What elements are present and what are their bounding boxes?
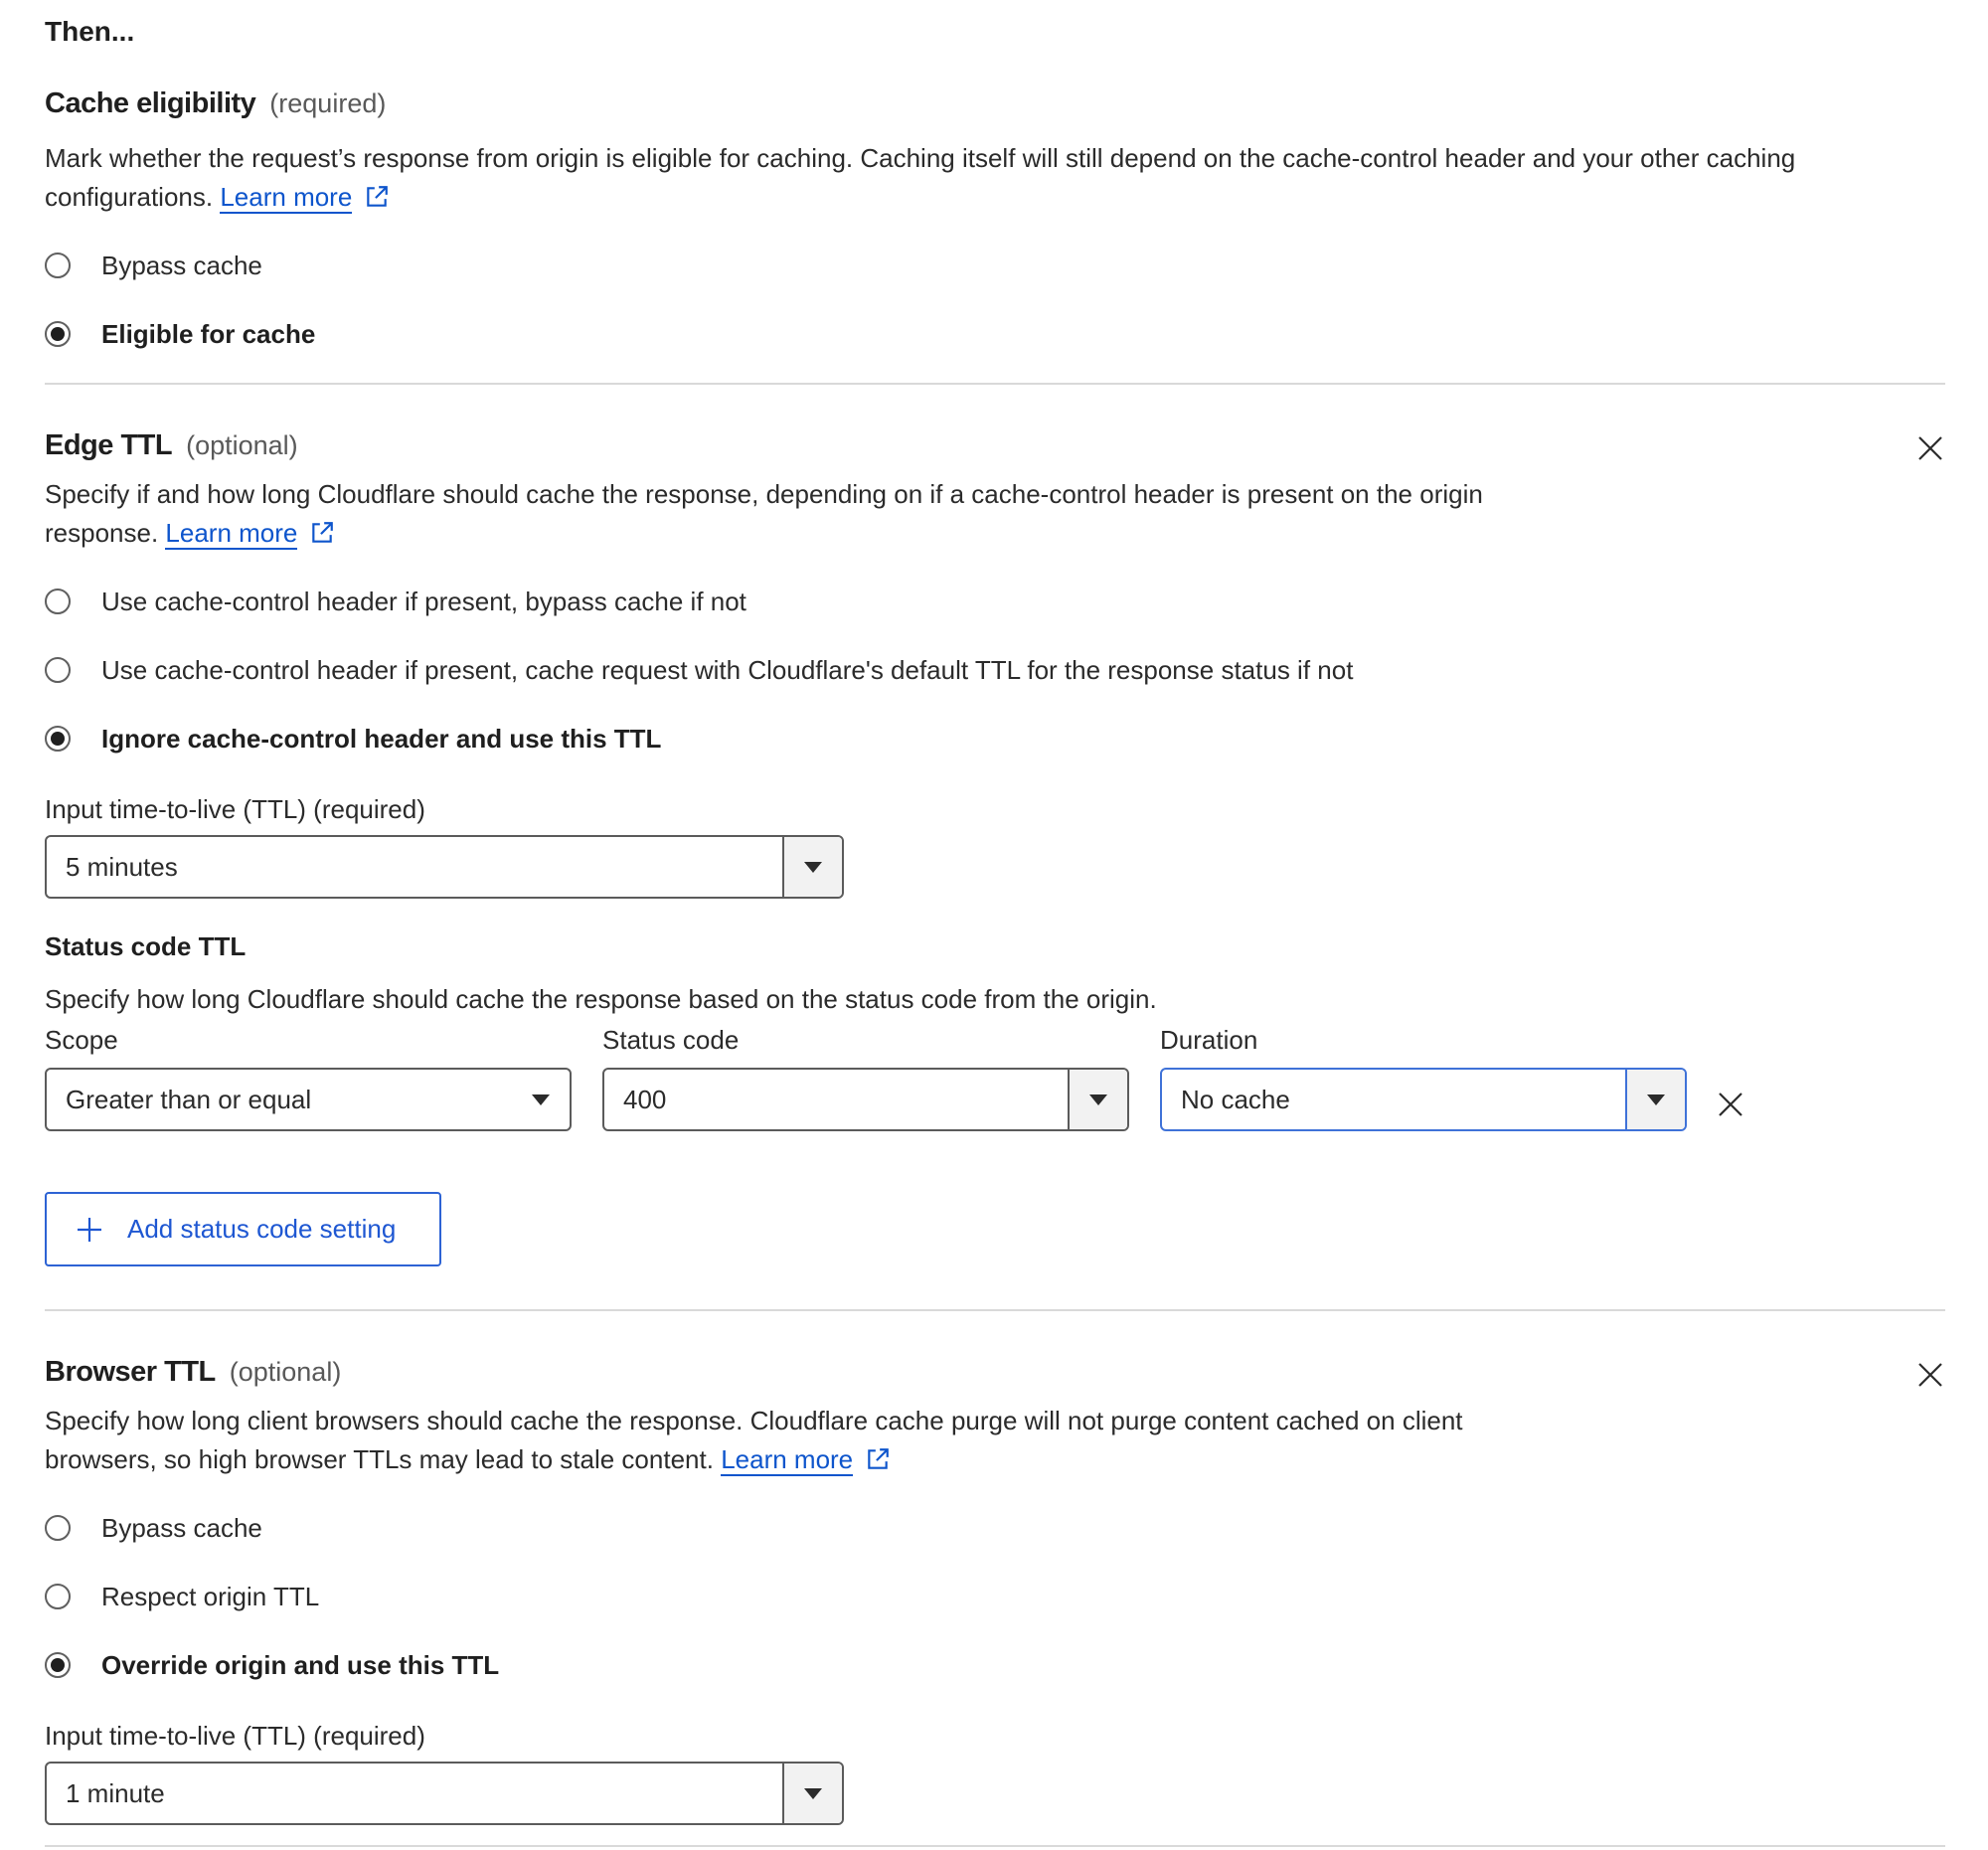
- edge-ttl-learn-more-link[interactable]: Learn more: [165, 518, 298, 550]
- cache-eligibility-title-text: Cache eligibility: [45, 87, 256, 119]
- section-divider: [45, 383, 1945, 385]
- radio-label: Use cache-control header if present, byp…: [101, 586, 746, 616]
- radio-button-selected[interactable]: [45, 1652, 71, 1678]
- radio-edge-bypass-if-not[interactable]: Use cache-control header if present, byp…: [45, 582, 746, 621]
- radio-button[interactable]: [45, 1515, 71, 1541]
- radio-eligible-for-cache[interactable]: Eligible for cache: [45, 314, 315, 354]
- radio-button-selected[interactable]: [45, 726, 71, 752]
- status-code-label: Status code: [602, 1025, 740, 1055]
- radio-bypass-cache[interactable]: Bypass cache: [45, 246, 262, 285]
- caret-down-icon[interactable]: [1068, 1070, 1127, 1129]
- edge-ttl-desc-text: response.: [45, 518, 159, 548]
- caret-down-icon[interactable]: [782, 1764, 842, 1823]
- edge-ttl-select-value: 5 minutes: [66, 851, 178, 882]
- radio-button[interactable]: [45, 1584, 71, 1609]
- add-status-code-setting-button[interactable]: Add status code setting: [45, 1192, 441, 1266]
- edge-ttl-input-label: Input time-to-live (TTL) (required): [45, 794, 425, 824]
- browser-ttl-description: Specify how long client browsers should …: [45, 1402, 1635, 1483]
- caret-down-icon[interactable]: [512, 1070, 570, 1129]
- status-code-select[interactable]: 400: [602, 1068, 1129, 1131]
- browser-ttl-select[interactable]: 1 minute: [45, 1762, 844, 1825]
- add-status-code-setting-label: Add status code setting: [127, 1214, 397, 1244]
- caret-down-icon[interactable]: [782, 837, 842, 897]
- external-link-icon[interactable]: [309, 518, 335, 557]
- browser-ttl-title-text: Browser TTL: [45, 1356, 216, 1388]
- external-link-icon[interactable]: [364, 182, 390, 221]
- cache-eligibility-desc-line1: Mark whether the request’s response from…: [45, 143, 1796, 173]
- browser-ttl-learn-more-link[interactable]: Learn more: [721, 1444, 854, 1476]
- browser-ttl-select-value: 1 minute: [66, 1777, 165, 1808]
- rule-then-form: Then... Cache eligibility (required) Mark…: [0, 0, 1988, 1850]
- duration-select[interactable]: No cache: [1160, 1068, 1687, 1131]
- radio-button[interactable]: [45, 589, 71, 614]
- edge-ttl-title-text: Edge TTL: [45, 429, 173, 461]
- edge-ttl-select[interactable]: 5 minutes: [45, 835, 844, 899]
- edge-ttl-desc-line1: Specify if and how long Cloudflare shoul…: [45, 479, 1483, 509]
- radio-button[interactable]: [45, 657, 71, 683]
- radio-label: Use cache-control header if present, cac…: [101, 654, 1354, 685]
- radio-browser-override-origin[interactable]: Override origin and use this TTL: [45, 1645, 499, 1685]
- radio-label: Override origin and use this TTL: [101, 1649, 500, 1680]
- radio-edge-default-ttl[interactable]: Use cache-control header if present, cac…: [45, 650, 1353, 690]
- plus-icon: [78, 1217, 101, 1242]
- cache-eligibility-description: Mark whether the request’s response from…: [45, 139, 1933, 221]
- browser-ttl-hint: (optional): [229, 1357, 342, 1387]
- radio-button-selected[interactable]: [45, 321, 71, 347]
- remove-status-code-close-icon[interactable]: [1716, 1090, 1745, 1119]
- edge-ttl-title: Edge TTL (optional): [45, 429, 298, 462]
- status-code-ttl-title: Status code TTL: [45, 931, 247, 961]
- status-code-ttl-description: Specify how long Cloudflare should cache…: [45, 984, 1157, 1014]
- radio-label: Bypass cache: [101, 250, 262, 280]
- section-divider: [45, 1845, 1945, 1847]
- cache-eligibility-desc-line2: configurations. Learn more: [45, 178, 1933, 221]
- section-divider: [45, 1309, 1945, 1311]
- scope-label: Scope: [45, 1025, 118, 1055]
- browser-ttl-title: Browser TTL (optional): [45, 1356, 341, 1389]
- radio-label: Respect origin TTL: [101, 1581, 320, 1611]
- duration-label: Duration: [1160, 1025, 1258, 1055]
- browser-ttl-desc-line1: Specify how long client browsers should …: [45, 1406, 1463, 1435]
- browser-ttl-close-icon[interactable]: [1915, 1360, 1945, 1390]
- radio-browser-bypass-cache[interactable]: Bypass cache: [45, 1508, 262, 1548]
- scope-select-value: Greater than or equal: [66, 1084, 312, 1114]
- scope-select[interactable]: Greater than or equal: [45, 1068, 572, 1131]
- radio-label: Bypass cache: [101, 1512, 262, 1543]
- cache-eligibility-desc-text: configurations.: [45, 182, 214, 212]
- browser-ttl-desc-line2: browsers, so high browser TTLs may lead …: [45, 1440, 1635, 1483]
- cache-eligibility-hint: (required): [269, 88, 387, 118]
- radio-button[interactable]: [45, 252, 71, 278]
- duration-select-value: No cache: [1181, 1084, 1290, 1114]
- radio-label: Eligible for cache: [101, 318, 316, 349]
- edge-ttl-desc-line2: response. Learn more: [45, 514, 1635, 557]
- edge-ttl-description: Specify if and how long Cloudflare shoul…: [45, 475, 1635, 557]
- external-link-icon[interactable]: [865, 1444, 891, 1483]
- browser-ttl-desc-text: browsers, so high browser TTLs may lead …: [45, 1444, 714, 1474]
- cache-eligibility-title: Cache eligibility (required): [45, 87, 386, 120]
- browser-ttl-input-label: Input time-to-live (TTL) (required): [45, 1721, 425, 1751]
- then-heading: Then...: [45, 16, 135, 47]
- caret-down-icon[interactable]: [1625, 1070, 1685, 1129]
- radio-edge-ignore-header[interactable]: Ignore cache-control header and use this…: [45, 719, 661, 758]
- edge-ttl-hint: (optional): [186, 430, 298, 460]
- radio-label: Ignore cache-control header and use this…: [101, 723, 662, 754]
- status-code-select-value: 400: [623, 1084, 667, 1114]
- cache-eligibility-learn-more-link[interactable]: Learn more: [220, 182, 353, 214]
- radio-browser-respect-origin[interactable]: Respect origin TTL: [45, 1577, 319, 1616]
- edge-ttl-close-icon[interactable]: [1915, 433, 1945, 463]
